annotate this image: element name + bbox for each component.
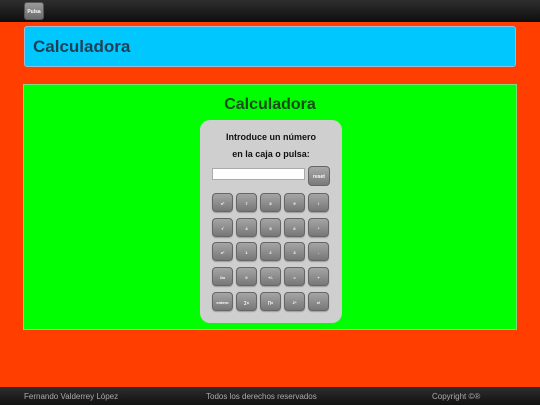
- key-square[interactable]: x²: [212, 193, 233, 212]
- prompt-line-1: Introduce un número: [226, 132, 316, 142]
- key-2[interactable]: 2: [260, 242, 281, 261]
- key-7[interactable]: 7: [236, 193, 257, 212]
- footer-copyright: Copyright ©®: [432, 392, 481, 401]
- number-input[interactable]: [212, 168, 305, 180]
- key-power-of-2[interactable]: 2ⁿ: [284, 292, 305, 311]
- key-4[interactable]: 4: [236, 218, 257, 237]
- key-add[interactable]: +: [308, 267, 329, 286]
- pulsa-button[interactable]: Pulsa: [24, 2, 44, 20]
- calculator-panel: Calculadora Introduce un número en la ca…: [23, 84, 517, 330]
- panel-title: Calculadora: [224, 96, 316, 113]
- key-factorial[interactable]: x!: [308, 292, 329, 311]
- footer-rights: Todos los derechos reservados: [206, 392, 317, 401]
- page-header: Calculadora: [24, 26, 516, 67]
- footer-author: Fernando Valderrey López: [24, 392, 119, 401]
- prompt-line-2: en la caja o pulsa:: [232, 149, 310, 159]
- page-title: Calculadora: [33, 37, 131, 56]
- key-8[interactable]: 8: [260, 193, 281, 212]
- key-integer[interactable]: entero: [212, 292, 233, 311]
- key-multiply[interactable]: *: [308, 218, 329, 237]
- top-navigation-bar: Pulsa: [0, 0, 540, 22]
- key-divide[interactable]: /: [308, 193, 329, 212]
- calculator-prompt: Introduce un número en la caja o pulsa:: [200, 129, 342, 163]
- key-sign[interactable]: +/-: [260, 267, 281, 286]
- page-footer: Fernando Valderrey López Todos los derec…: [0, 387, 540, 405]
- key-9[interactable]: 9: [284, 193, 305, 212]
- key-product[interactable]: ∏x: [260, 292, 281, 311]
- key-cube[interactable]: x³: [212, 242, 233, 261]
- key-3[interactable]: 3: [284, 242, 305, 261]
- key-0[interactable]: 0: [236, 267, 257, 286]
- calculator-body: Introduce un número en la caja o pulsa: …: [200, 120, 342, 323]
- key-6[interactable]: 6: [284, 218, 305, 237]
- key-reciprocal[interactable]: 1/x: [212, 267, 233, 286]
- reset-button[interactable]: reset: [308, 166, 330, 186]
- key-sum[interactable]: ∑x: [236, 292, 257, 311]
- key-1[interactable]: 1: [236, 242, 257, 261]
- key-subtract[interactable]: -: [308, 242, 329, 261]
- key-equals[interactable]: =: [284, 267, 305, 286]
- key-5[interactable]: 5: [260, 218, 281, 237]
- key-sqrt[interactable]: √: [212, 218, 233, 237]
